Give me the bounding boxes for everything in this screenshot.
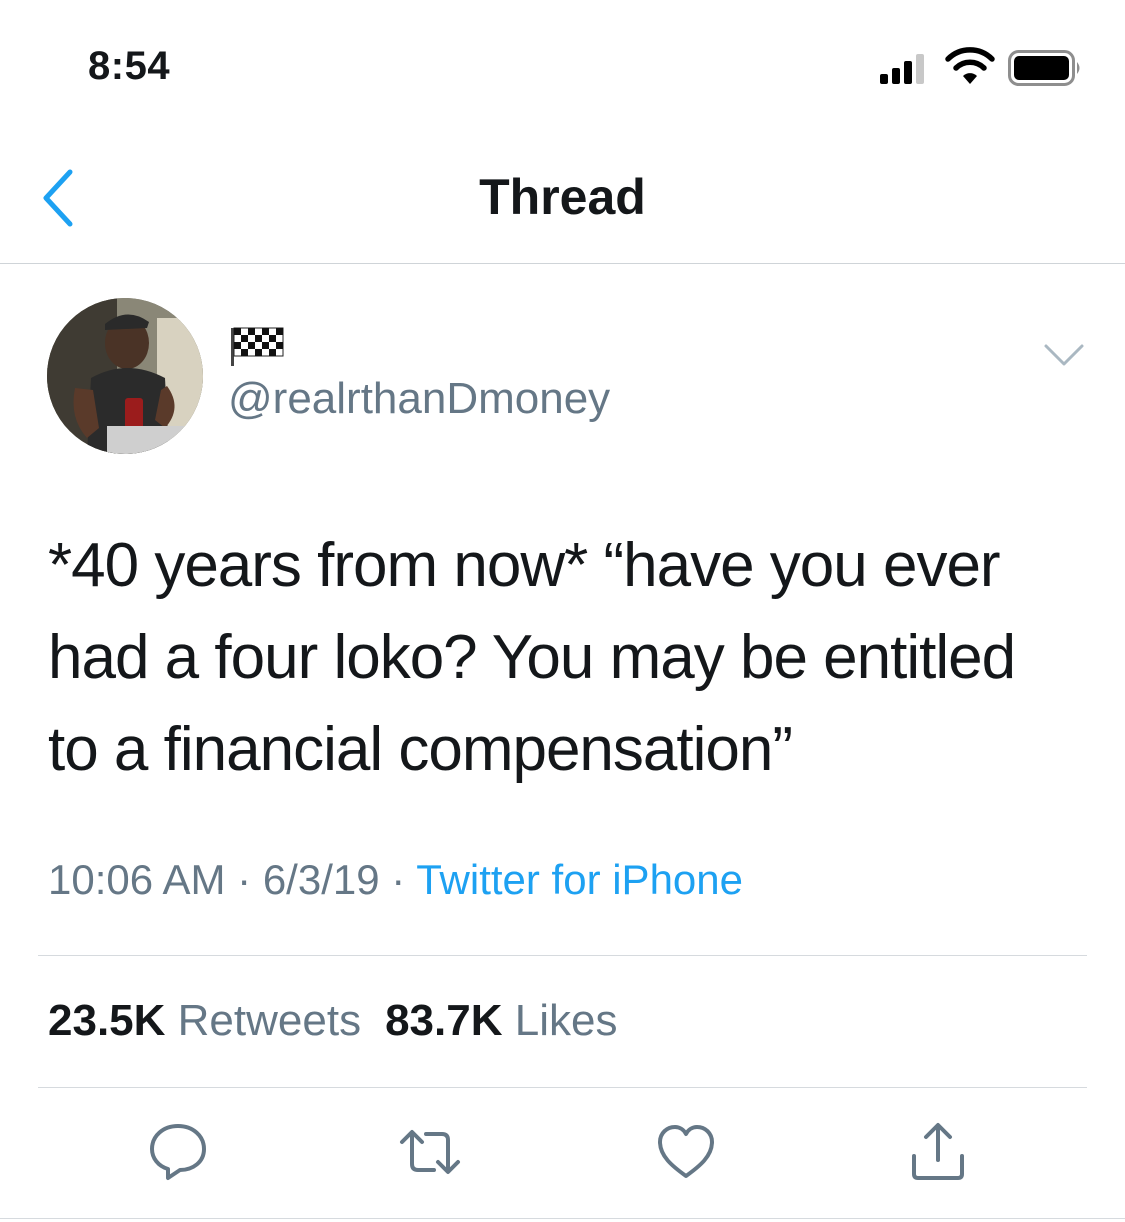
likes-label: Likes: [514, 996, 618, 1045]
retweets-label: Retweets: [177, 996, 362, 1045]
page-title: Thread: [479, 169, 646, 225]
share-icon[interactable]: [906, 1120, 970, 1184]
tweet-text: *40 years from now* “have you ever had a…: [48, 531, 1016, 784]
retweets-stat[interactable]: 23.5K Retweets: [48, 996, 361, 1045]
likes-stat[interactable]: 83.7K Likes: [385, 996, 617, 1045]
tweet-date: 6/3/19: [262, 856, 380, 903]
chevron-down-icon[interactable]: [1042, 340, 1086, 370]
divider: [0, 1218, 1125, 1219]
likes-count: 83.7K: [385, 996, 503, 1045]
like-icon[interactable]: [654, 1120, 718, 1184]
user-handle[interactable]: @realrthanDmoney: [228, 374, 610, 424]
tweet-source-link[interactable]: Twitter for iPhone: [416, 856, 743, 903]
battery-icon: [1008, 50, 1080, 86]
meta-separator: ·: [237, 856, 252, 903]
retweets-count: 23.5K: [48, 996, 166, 1045]
tweet-thread-screen: 8:54 Thread @realrthanDmoney *40 years f…: [0, 0, 1125, 1222]
reply-icon[interactable]: [146, 1120, 210, 1184]
checkered-flag-icon: [231, 327, 284, 366]
nav-divider: [0, 263, 1125, 264]
divider: [38, 955, 1087, 956]
divider: [38, 1087, 1087, 1088]
tweet-time: 10:06 AM: [48, 856, 226, 903]
signal-icon: [880, 54, 924, 84]
avatar[interactable]: [47, 298, 203, 454]
meta-separator: ·: [391, 856, 406, 903]
status-time: 8:54: [88, 44, 171, 88]
retweet-icon[interactable]: [398, 1120, 462, 1184]
wifi-icon: [945, 47, 995, 84]
tweet-stats: 23.5K Retweets 83.7K Likes: [48, 996, 617, 1046]
tweet-meta: 10:06 AM · 6/3/19 · Twitter for iPhone: [48, 856, 743, 904]
